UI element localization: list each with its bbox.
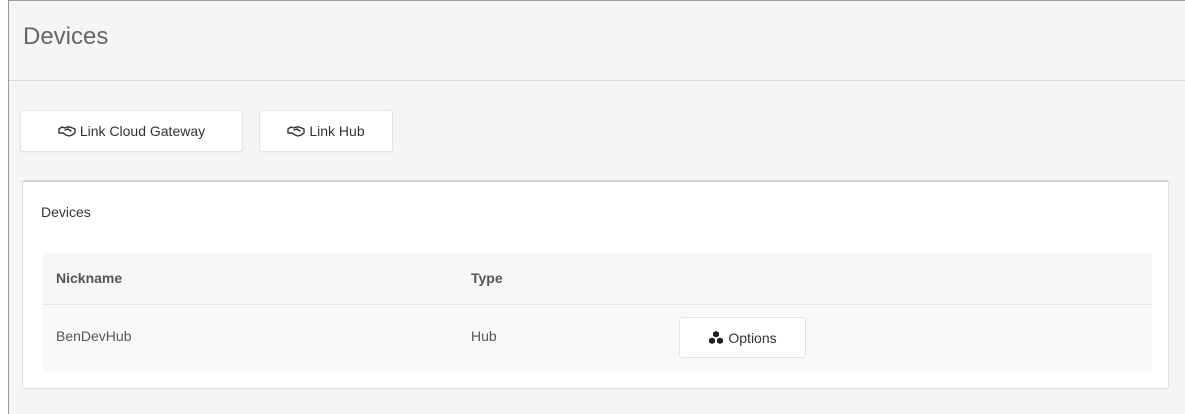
- link-cloud-gateway-label: Link Cloud Gateway: [79, 123, 206, 139]
- link-cloud-gateway-button[interactable]: Link Cloud Gateway: [20, 110, 243, 152]
- link-hub-button[interactable]: Link Hub: [259, 110, 393, 152]
- app-frame: Devices Link Cloud Gateway Link Hub Devi…: [8, 0, 1185, 414]
- device-nickname: BenDevHub: [56, 328, 132, 344]
- table-header-row: Nickname Type: [43, 253, 1152, 305]
- handshake-icon: [287, 124, 306, 138]
- table-row: BenDevHub Hub Options: [43, 305, 1152, 372]
- devices-panel: Devices Nickname Type BenDevHub Hub Opti…: [22, 180, 1169, 389]
- options-button[interactable]: Options: [679, 317, 806, 358]
- column-header-type: Type: [471, 270, 503, 286]
- column-header-nickname: Nickname: [56, 270, 123, 286]
- page-title: Devices: [23, 23, 109, 50]
- link-hub-label: Link Hub: [309, 123, 365, 139]
- devices-table: Nickname Type BenDevHub Hub Options: [43, 253, 1152, 372]
- panel-title: Devices: [41, 204, 91, 220]
- device-type: Hub: [471, 328, 497, 344]
- page-header: Devices: [9, 1, 1185, 81]
- handshake-icon: [58, 124, 76, 138]
- options-label: Options: [728, 329, 777, 346]
- cubes-icon: [708, 330, 724, 345]
